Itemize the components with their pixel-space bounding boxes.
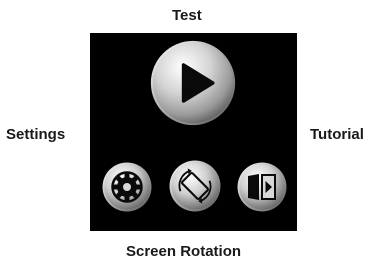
screen-rotation-label: Screen Rotation	[126, 243, 242, 258]
test-play-button[interactable]	[150, 40, 236, 126]
screen-rotation-button[interactable]	[169, 160, 221, 212]
test-label: Test	[172, 7, 202, 24]
settings-button[interactable]	[102, 162, 152, 212]
gear-icon	[102, 162, 152, 212]
device-screen	[90, 33, 297, 231]
book-play-icon	[237, 162, 287, 212]
tutorial-button[interactable]	[237, 162, 287, 212]
screen-rotation-icon	[169, 160, 221, 212]
tutorial-label: Tutorial	[310, 126, 364, 143]
settings-label: Settings	[6, 126, 66, 143]
play-icon	[150, 40, 236, 126]
